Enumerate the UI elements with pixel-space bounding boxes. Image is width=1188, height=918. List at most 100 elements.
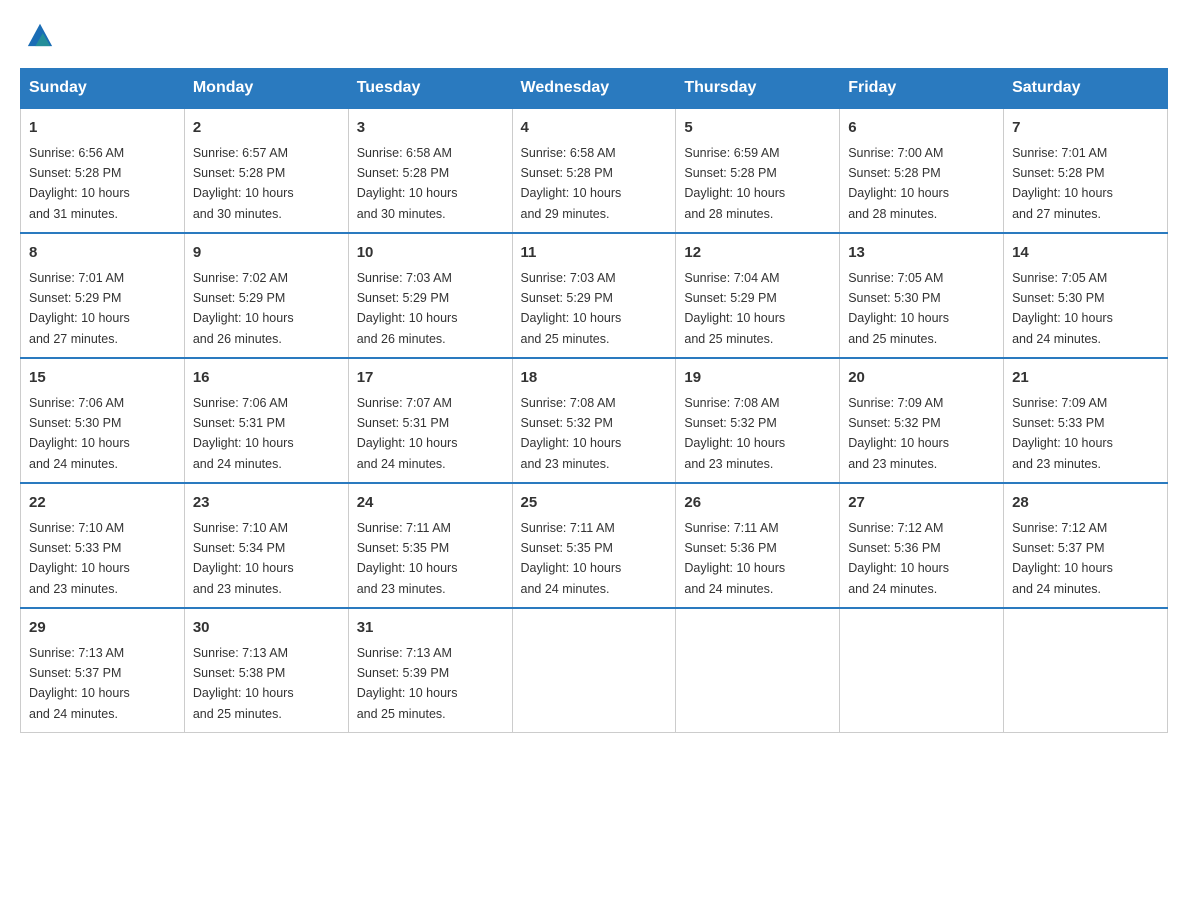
day-info: Sunrise: 7:10 AMSunset: 5:33 PMDaylight:… xyxy=(29,521,130,596)
day-number: 22 xyxy=(29,492,176,515)
day-info: Sunrise: 7:00 AMSunset: 5:28 PMDaylight:… xyxy=(848,146,949,221)
calendar-cell: 1 Sunrise: 6:56 AMSunset: 5:28 PMDayligh… xyxy=(21,108,185,233)
calendar-cell: 24 Sunrise: 7:11 AMSunset: 5:35 PMDaylig… xyxy=(348,483,512,608)
column-header-friday: Friday xyxy=(840,69,1004,109)
calendar-cell: 2 Sunrise: 6:57 AMSunset: 5:28 PMDayligh… xyxy=(184,108,348,233)
calendar-cell: 20 Sunrise: 7:09 AMSunset: 5:32 PMDaylig… xyxy=(840,358,1004,483)
day-info: Sunrise: 7:03 AMSunset: 5:29 PMDaylight:… xyxy=(521,271,622,346)
calendar-cell: 23 Sunrise: 7:10 AMSunset: 5:34 PMDaylig… xyxy=(184,483,348,608)
day-number: 15 xyxy=(29,367,176,390)
calendar-cell: 26 Sunrise: 7:11 AMSunset: 5:36 PMDaylig… xyxy=(676,483,840,608)
day-number: 3 xyxy=(357,117,504,140)
calendar-cell xyxy=(1004,608,1168,733)
day-number: 8 xyxy=(29,242,176,265)
calendar-cell: 7 Sunrise: 7:01 AMSunset: 5:28 PMDayligh… xyxy=(1004,108,1168,233)
day-number: 4 xyxy=(521,117,668,140)
column-header-sunday: Sunday xyxy=(21,69,185,109)
day-number: 2 xyxy=(193,117,340,140)
day-info: Sunrise: 7:11 AMSunset: 5:35 PMDaylight:… xyxy=(521,521,622,596)
day-info: Sunrise: 7:10 AMSunset: 5:34 PMDaylight:… xyxy=(193,521,294,596)
calendar-cell: 25 Sunrise: 7:11 AMSunset: 5:35 PMDaylig… xyxy=(512,483,676,608)
day-info: Sunrise: 6:57 AMSunset: 5:28 PMDaylight:… xyxy=(193,146,294,221)
day-info: Sunrise: 7:11 AMSunset: 5:35 PMDaylight:… xyxy=(357,521,458,596)
day-info: Sunrise: 7:08 AMSunset: 5:32 PMDaylight:… xyxy=(521,396,622,471)
day-number: 28 xyxy=(1012,492,1159,515)
column-header-wednesday: Wednesday xyxy=(512,69,676,109)
day-info: Sunrise: 7:06 AMSunset: 5:31 PMDaylight:… xyxy=(193,396,294,471)
calendar-cell xyxy=(676,608,840,733)
calendar-week-row: 1 Sunrise: 6:56 AMSunset: 5:28 PMDayligh… xyxy=(21,108,1168,233)
day-number: 21 xyxy=(1012,367,1159,390)
day-info: Sunrise: 7:07 AMSunset: 5:31 PMDaylight:… xyxy=(357,396,458,471)
calendar-cell: 6 Sunrise: 7:00 AMSunset: 5:28 PMDayligh… xyxy=(840,108,1004,233)
calendar-cell: 31 Sunrise: 7:13 AMSunset: 5:39 PMDaylig… xyxy=(348,608,512,733)
day-number: 5 xyxy=(684,117,831,140)
day-info: Sunrise: 7:01 AMSunset: 5:28 PMDaylight:… xyxy=(1012,146,1113,221)
day-info: Sunrise: 7:11 AMSunset: 5:36 PMDaylight:… xyxy=(684,521,785,596)
day-number: 12 xyxy=(684,242,831,265)
day-info: Sunrise: 7:01 AMSunset: 5:29 PMDaylight:… xyxy=(29,271,130,346)
calendar-cell: 17 Sunrise: 7:07 AMSunset: 5:31 PMDaylig… xyxy=(348,358,512,483)
column-header-saturday: Saturday xyxy=(1004,69,1168,109)
day-info: Sunrise: 7:09 AMSunset: 5:33 PMDaylight:… xyxy=(1012,396,1113,471)
day-number: 7 xyxy=(1012,117,1159,140)
calendar-week-row: 15 Sunrise: 7:06 AMSunset: 5:30 PMDaylig… xyxy=(21,358,1168,483)
day-info: Sunrise: 7:06 AMSunset: 5:30 PMDaylight:… xyxy=(29,396,130,471)
calendar-cell: 3 Sunrise: 6:58 AMSunset: 5:28 PMDayligh… xyxy=(348,108,512,233)
day-number: 29 xyxy=(29,617,176,640)
day-info: Sunrise: 7:13 AMSunset: 5:39 PMDaylight:… xyxy=(357,646,458,721)
day-info: Sunrise: 7:13 AMSunset: 5:37 PMDaylight:… xyxy=(29,646,130,721)
day-number: 23 xyxy=(193,492,340,515)
calendar-cell: 16 Sunrise: 7:06 AMSunset: 5:31 PMDaylig… xyxy=(184,358,348,483)
page-header xyxy=(20,20,1168,48)
day-info: Sunrise: 7:03 AMSunset: 5:29 PMDaylight:… xyxy=(357,271,458,346)
calendar-cell: 11 Sunrise: 7:03 AMSunset: 5:29 PMDaylig… xyxy=(512,233,676,358)
day-number: 26 xyxy=(684,492,831,515)
day-info: Sunrise: 7:12 AMSunset: 5:37 PMDaylight:… xyxy=(1012,521,1113,596)
calendar-cell: 22 Sunrise: 7:10 AMSunset: 5:33 PMDaylig… xyxy=(21,483,185,608)
day-info: Sunrise: 7:05 AMSunset: 5:30 PMDaylight:… xyxy=(1012,271,1113,346)
calendar-cell: 10 Sunrise: 7:03 AMSunset: 5:29 PMDaylig… xyxy=(348,233,512,358)
calendar-cell: 29 Sunrise: 7:13 AMSunset: 5:37 PMDaylig… xyxy=(21,608,185,733)
calendar-cell: 28 Sunrise: 7:12 AMSunset: 5:37 PMDaylig… xyxy=(1004,483,1168,608)
day-number: 1 xyxy=(29,117,176,140)
calendar-cell: 5 Sunrise: 6:59 AMSunset: 5:28 PMDayligh… xyxy=(676,108,840,233)
day-number: 27 xyxy=(848,492,995,515)
calendar-week-row: 8 Sunrise: 7:01 AMSunset: 5:29 PMDayligh… xyxy=(21,233,1168,358)
day-info: Sunrise: 6:59 AMSunset: 5:28 PMDaylight:… xyxy=(684,146,785,221)
day-info: Sunrise: 6:58 AMSunset: 5:28 PMDaylight:… xyxy=(521,146,622,221)
day-number: 31 xyxy=(357,617,504,640)
day-info: Sunrise: 6:58 AMSunset: 5:28 PMDaylight:… xyxy=(357,146,458,221)
calendar-cell: 14 Sunrise: 7:05 AMSunset: 5:30 PMDaylig… xyxy=(1004,233,1168,358)
calendar-cell: 21 Sunrise: 7:09 AMSunset: 5:33 PMDaylig… xyxy=(1004,358,1168,483)
day-number: 13 xyxy=(848,242,995,265)
day-number: 9 xyxy=(193,242,340,265)
calendar-cell xyxy=(840,608,1004,733)
calendar-cell xyxy=(512,608,676,733)
day-number: 25 xyxy=(521,492,668,515)
day-number: 24 xyxy=(357,492,504,515)
day-info: Sunrise: 7:09 AMSunset: 5:32 PMDaylight:… xyxy=(848,396,949,471)
calendar-week-row: 22 Sunrise: 7:10 AMSunset: 5:33 PMDaylig… xyxy=(21,483,1168,608)
column-header-tuesday: Tuesday xyxy=(348,69,512,109)
day-number: 10 xyxy=(357,242,504,265)
calendar-cell: 4 Sunrise: 6:58 AMSunset: 5:28 PMDayligh… xyxy=(512,108,676,233)
calendar-cell: 9 Sunrise: 7:02 AMSunset: 5:29 PMDayligh… xyxy=(184,233,348,358)
column-header-thursday: Thursday xyxy=(676,69,840,109)
calendar-header-row: SundayMondayTuesdayWednesdayThursdayFrid… xyxy=(21,69,1168,109)
day-info: Sunrise: 6:56 AMSunset: 5:28 PMDaylight:… xyxy=(29,146,130,221)
calendar-cell: 13 Sunrise: 7:05 AMSunset: 5:30 PMDaylig… xyxy=(840,233,1004,358)
day-info: Sunrise: 7:13 AMSunset: 5:38 PMDaylight:… xyxy=(193,646,294,721)
logo-icon xyxy=(26,20,54,48)
day-number: 11 xyxy=(521,242,668,265)
calendar-cell: 12 Sunrise: 7:04 AMSunset: 5:29 PMDaylig… xyxy=(676,233,840,358)
day-info: Sunrise: 7:05 AMSunset: 5:30 PMDaylight:… xyxy=(848,271,949,346)
calendar-cell: 18 Sunrise: 7:08 AMSunset: 5:32 PMDaylig… xyxy=(512,358,676,483)
logo xyxy=(20,20,58,48)
day-number: 14 xyxy=(1012,242,1159,265)
day-number: 19 xyxy=(684,367,831,390)
calendar-cell: 19 Sunrise: 7:08 AMSunset: 5:32 PMDaylig… xyxy=(676,358,840,483)
calendar-cell: 30 Sunrise: 7:13 AMSunset: 5:38 PMDaylig… xyxy=(184,608,348,733)
day-number: 30 xyxy=(193,617,340,640)
column-header-monday: Monday xyxy=(184,69,348,109)
